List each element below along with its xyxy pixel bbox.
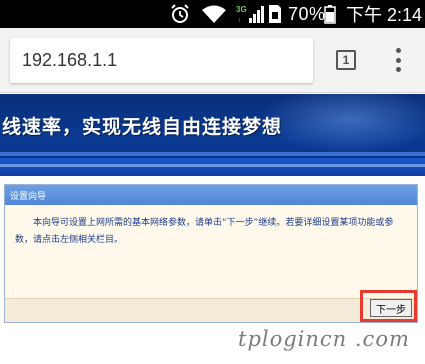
svg-text:↕: ↕ [238,18,241,24]
status-clock: 下午 2:14 [346,5,423,25]
signal-icon: 3G ↕ [236,0,264,28]
next-button[interactable]: 下一步 [370,299,412,317]
status-bar: 3G ↕ 70% 下午 2:14 [0,0,425,28]
url-text[interactable]: 192.168.1.1 [22,50,117,71]
network-type-label: 3G [236,5,247,14]
overflow-menu-icon[interactable] [390,48,406,72]
battery-percent: 70% [288,3,326,24]
alarm-icon [169,0,191,28]
watermark: tplogincn .com [238,327,410,351]
sim-card-icon [268,0,284,28]
router-banner: 线速率，实现无线自由连接梦想 [0,94,425,176]
tab-switcher-button[interactable]: 1 [336,50,356,70]
address-bar[interactable]: 192.168.1.1 [10,38,313,83]
wizard-message: 本向导可设置上网所需的基本网络参数，请单击“下一步”继续。若要详细设置某项功能或… [15,218,394,245]
wifi-icon [201,0,227,28]
panel-title: 设置向导 [10,192,47,202]
battery-icon [324,0,338,28]
panel-body: 本向导可设置上网所需的基本网络参数，请单击“下一步”继续。若要详细设置某项功能或… [5,205,417,298]
setup-wizard-panel: 设置向导 本向导可设置上网所需的基本网络参数，请单击“下一步”继续。若要详细设置… [4,184,418,323]
panel-footer [5,298,417,322]
banner-slogan: 线速率，实现无线自由连接梦想 [2,116,283,138]
panel-header: 设置向导 [5,185,417,205]
browser-toolbar: 192.168.1.1 1 [0,28,425,93]
